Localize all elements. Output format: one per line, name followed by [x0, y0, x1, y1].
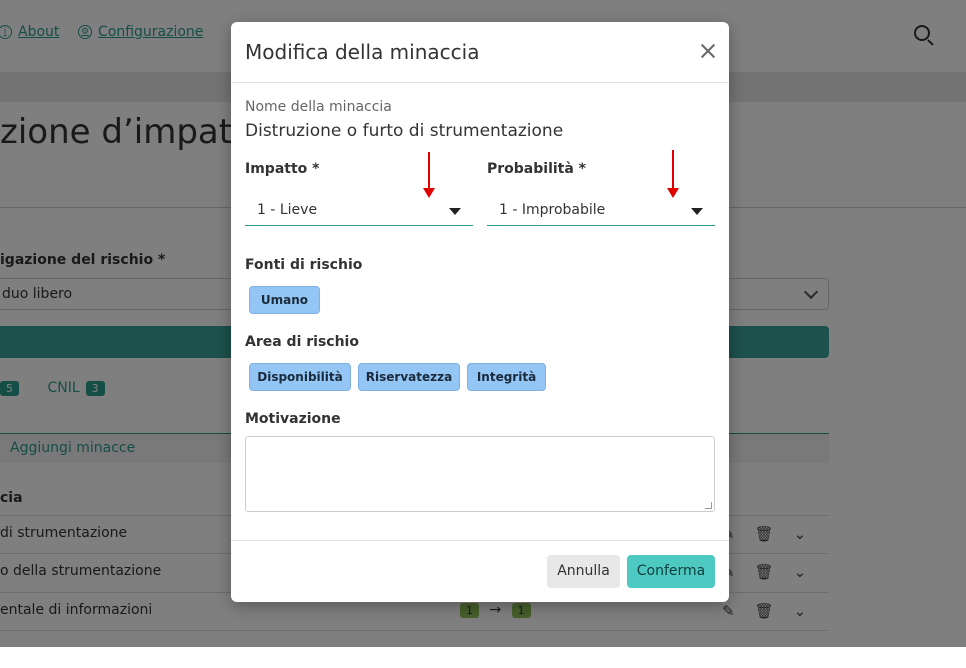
caret-down-icon — [691, 208, 703, 215]
modal-header: Modifica della minaccia — [231, 22, 729, 83]
resize-handle-icon[interactable] — [705, 502, 712, 509]
risk-area-label: Area di rischio — [245, 334, 359, 350]
risk-area-chip[interactable]: Riservatezza — [358, 363, 460, 391]
impact-label: Impatto * — [245, 161, 320, 177]
edit-threat-modal: Modifica della minaccia Nome della minac… — [231, 22, 729, 602]
threat-name: Distruzione o furto di strumentazione — [245, 121, 564, 141]
close-icon[interactable] — [697, 40, 719, 62]
annotation-arrow-icon — [667, 150, 679, 198]
modal-title: Modifica della minaccia — [245, 40, 480, 64]
risk-area-chip[interactable]: Disponibilità — [249, 363, 351, 391]
cancel-button[interactable]: Annulla — [547, 555, 620, 588]
risk-area-chip[interactable]: Integrità — [467, 363, 546, 391]
modal-footer-divider — [231, 540, 729, 541]
probability-label: Probabilità * — [487, 161, 587, 177]
probability-select[interactable]: 1 - Improbabile — [487, 198, 715, 226]
caret-down-icon — [449, 208, 461, 215]
confirm-button[interactable]: Conferma — [627, 555, 715, 588]
motivation-textarea[interactable] — [245, 436, 715, 512]
risk-source-chip[interactable]: Umano — [249, 286, 320, 314]
annotation-arrow-icon — [423, 152, 435, 198]
risk-sources-label: Fonti di rischio — [245, 257, 363, 273]
threat-name-label: Nome della minaccia — [245, 99, 392, 115]
motivation-label: Motivazione — [245, 411, 341, 427]
impact-select[interactable]: 1 - Lieve — [245, 198, 473, 226]
